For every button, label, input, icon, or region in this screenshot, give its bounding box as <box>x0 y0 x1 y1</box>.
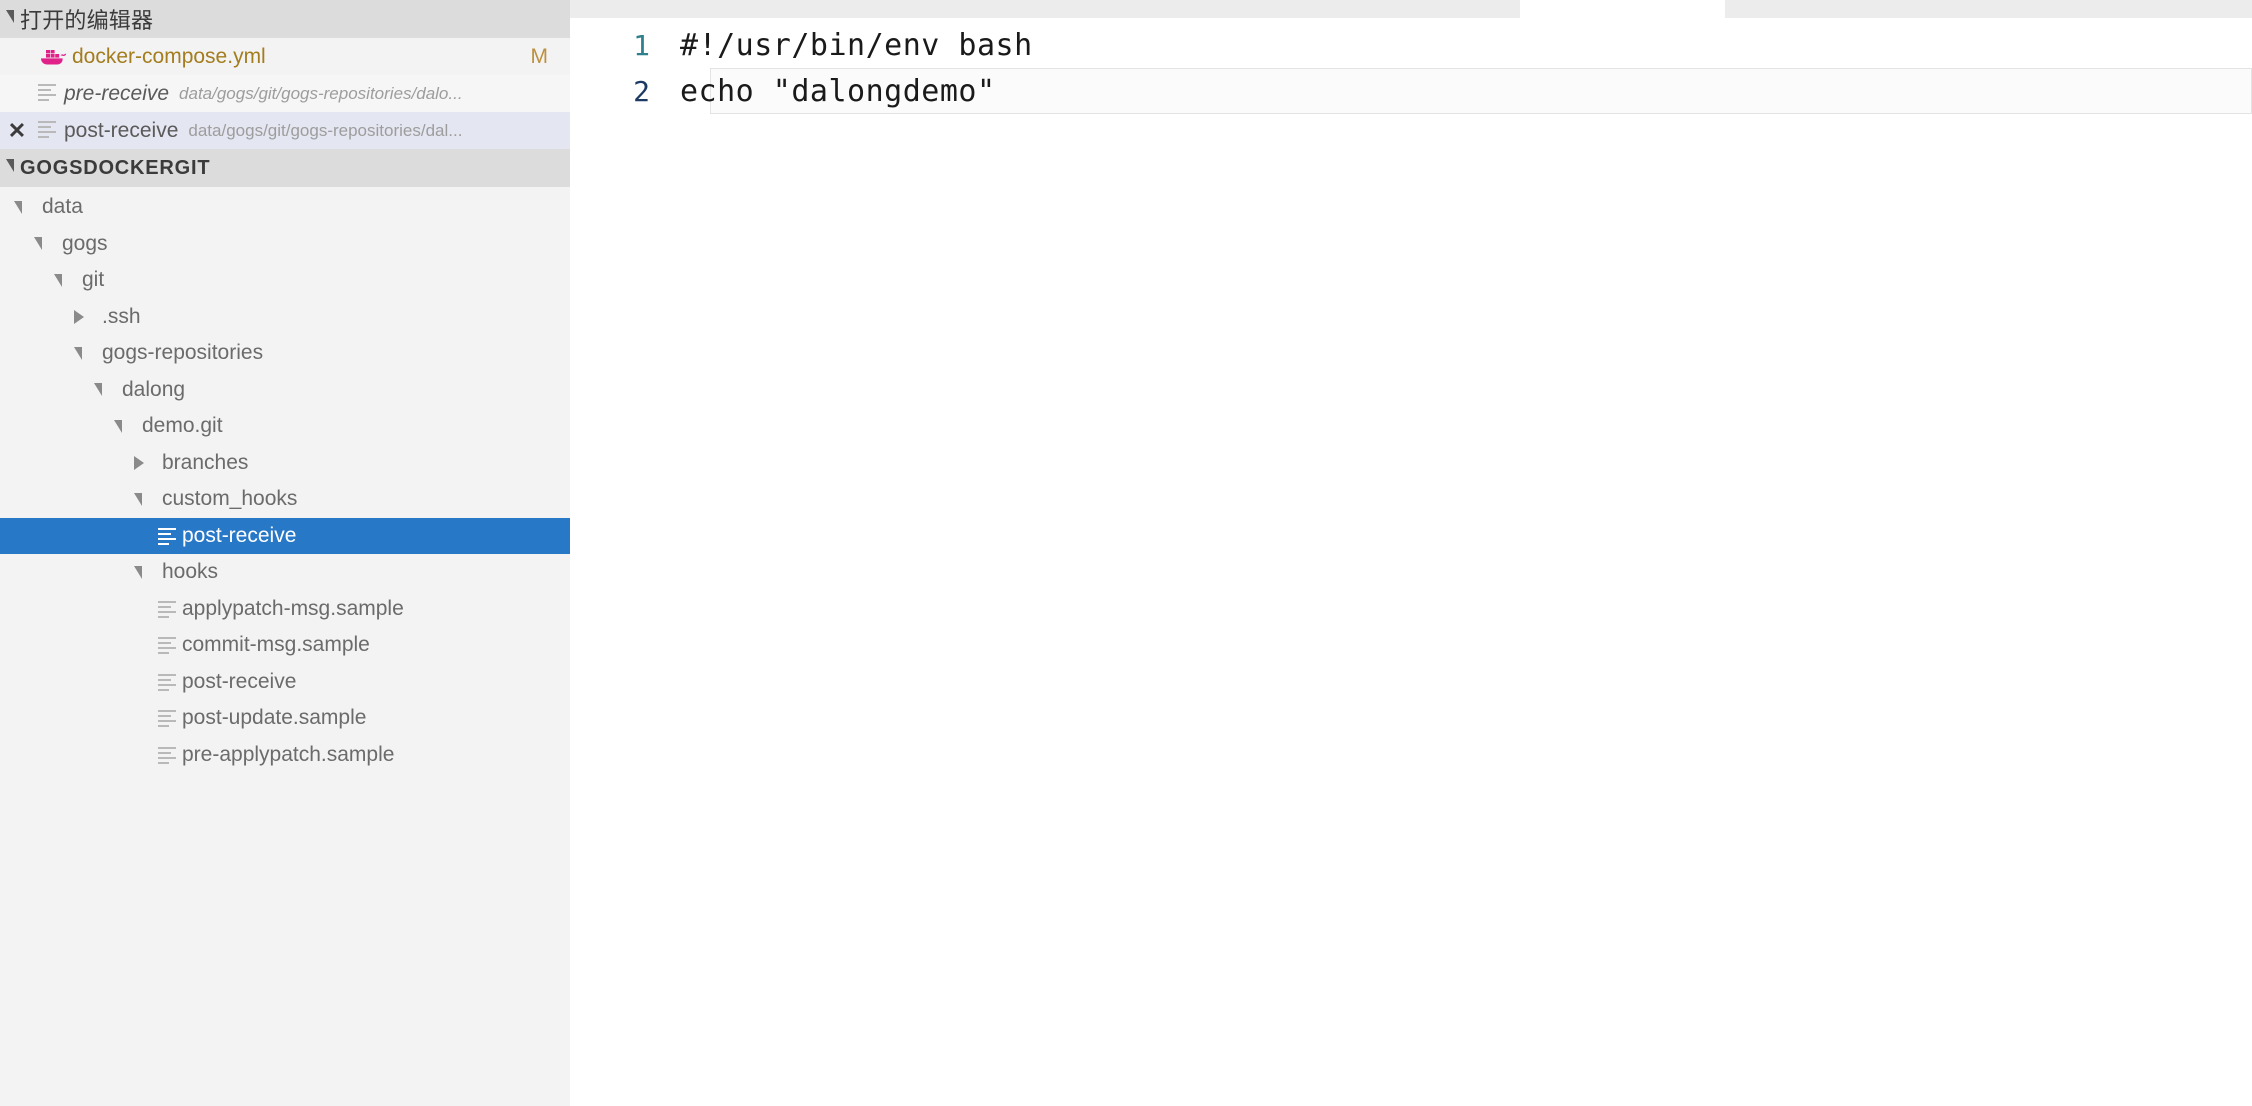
tree-item-label: post-receive <box>182 523 297 547</box>
open-editor-filename: post-receive <box>64 118 179 142</box>
chevron-down-icon[interactable] <box>114 419 140 433</box>
status-badge: M <box>530 44 549 68</box>
file-lines-icon <box>154 527 180 545</box>
tree-item-label: demo.git <box>142 414 223 438</box>
tree-item-git[interactable]: git <box>0 262 570 299</box>
chevron-down-icon[interactable] <box>134 492 160 506</box>
chevron-down-icon[interactable] <box>54 273 80 287</box>
tree-item-label: post-update.sample <box>182 706 367 730</box>
code-text[interactable]: echo "dalongdemo" <box>680 74 996 109</box>
tree-item-data[interactable]: data <box>0 189 570 226</box>
tree-item-label: git <box>82 268 105 292</box>
chevron-down-icon[interactable] <box>6 10 14 28</box>
line-number: 1 <box>633 28 650 62</box>
chevron-right-icon[interactable] <box>74 309 100 324</box>
tree-item-commit-msg-sample[interactable]: commit-msg.sample <box>0 627 570 664</box>
tree-item-label: commit-msg.sample <box>182 633 370 657</box>
tree-item-label: .ssh <box>102 304 141 328</box>
open-editor-filename: pre-receive <box>64 81 170 105</box>
open-editor-path: data/gogs/git/gogs-repositories/dal... <box>188 120 463 140</box>
chevron-down-icon[interactable] <box>6 159 14 177</box>
open-editors-header[interactable]: 打开的编辑器 <box>0 0 570 38</box>
tree-item-demo-git[interactable]: demo.git <box>0 408 570 445</box>
editor-window: 打开的编辑器 docker-compose.yml M pre-receive … <box>0 0 2252 1106</box>
editor-tabbar[interactable] <box>570 0 2252 18</box>
code-line[interactable]: 2 echo "dalongdemo" <box>570 68 2252 114</box>
open-editor-item-post-receive[interactable]: ✕ post-receive data/gogs/git/gogs-reposi… <box>0 112 570 149</box>
tree-item-gogs-repositories[interactable]: gogs-repositories <box>0 335 570 372</box>
tabbar-gap-right <box>1725 0 2252 18</box>
tab-active[interactable] <box>1520 0 1725 18</box>
open-editor-path: data/gogs/git/gogs-repositories/dalo... <box>179 83 463 103</box>
close-icon[interactable]: ✕ <box>0 118 34 144</box>
tree-item-gogs[interactable]: gogs <box>0 226 570 263</box>
tabbar-gap-left <box>570 0 1520 18</box>
tree-item-label: applypatch-msg.sample <box>182 596 404 620</box>
tree-item-post-receive[interactable]: post-receive <box>0 664 570 701</box>
line-number: 2 <box>633 74 650 108</box>
project-section-header[interactable]: GOGSDOCKERGIT <box>0 149 570 187</box>
file-lines-icon <box>34 83 64 105</box>
file-tree: data gogs git .ssh gogs-repositories dalong de… <box>0 187 570 773</box>
tree-item-custom-hooks[interactable]: custom_hooks <box>0 481 570 518</box>
chevron-down-icon[interactable] <box>94 383 120 397</box>
tree-item-dalong[interactable]: dalong <box>0 372 570 409</box>
code-content[interactable]: 1 #!/usr/bin/env bash 2 echo "dalongdemo" <box>570 18 2252 114</box>
file-lines-icon <box>154 673 180 691</box>
tree-item-applypatch-msg-sample[interactable]: applypatch-msg.sample <box>0 591 570 628</box>
tree-item-pre-applypatch-sample[interactable]: pre-applypatch.sample <box>0 737 570 774</box>
explorer-sidebar: 打开的编辑器 docker-compose.yml M pre-receive … <box>0 0 570 1106</box>
open-editor-item-pre-receive[interactable]: pre-receive data/gogs/git/gogs-repositor… <box>0 75 570 112</box>
file-lines-icon <box>154 636 180 655</box>
project-title: GOGSDOCKERGIT <box>20 156 211 179</box>
tree-item-post-update-sample[interactable]: post-update.sample <box>0 700 570 737</box>
tree-item-label: gogs-repositories <box>102 341 264 365</box>
code-text[interactable]: #!/usr/bin/env bash <box>680 28 1033 63</box>
tree-item-label: hooks <box>162 560 219 584</box>
open-editor-filename: docker-compose.yml <box>72 44 266 68</box>
tree-item-label: data <box>42 195 83 219</box>
tree-item-label: dalong <box>122 377 186 401</box>
chevron-down-icon[interactable] <box>74 346 100 360</box>
file-lines-icon <box>154 746 180 764</box>
tree-item--ssh[interactable]: .ssh <box>0 299 570 336</box>
tree-item-label: post-receive <box>182 669 297 693</box>
tree-item-hooks[interactable]: hooks <box>0 554 570 591</box>
tree-item-label: pre-applypatch.sample <box>182 742 395 766</box>
docker-icon <box>34 45 72 69</box>
editor-pane: 1 #!/usr/bin/env bash 2 echo "dalongdemo" <box>570 0 2252 1106</box>
tree-item-post-receive[interactable]: post-receive <box>0 517 570 554</box>
code-line[interactable]: 1 #!/usr/bin/env bash <box>570 22 2252 68</box>
chevron-down-icon[interactable] <box>134 565 160 579</box>
tree-item-branches[interactable]: branches <box>0 445 570 482</box>
open-editors-title: 打开的编辑器 <box>20 8 154 33</box>
tree-item-label: gogs <box>62 231 108 255</box>
chevron-down-icon[interactable] <box>14 200 40 214</box>
file-lines-icon <box>154 709 180 728</box>
chevron-right-icon[interactable] <box>134 455 160 470</box>
tree-item-label: custom_hooks <box>162 487 298 511</box>
file-lines-icon <box>154 600 180 618</box>
chevron-down-icon[interactable] <box>34 237 60 251</box>
file-lines-icon <box>34 120 64 142</box>
tree-item-label: branches <box>162 450 249 474</box>
open-editor-item-docker-compose[interactable]: docker-compose.yml M <box>0 38 570 75</box>
